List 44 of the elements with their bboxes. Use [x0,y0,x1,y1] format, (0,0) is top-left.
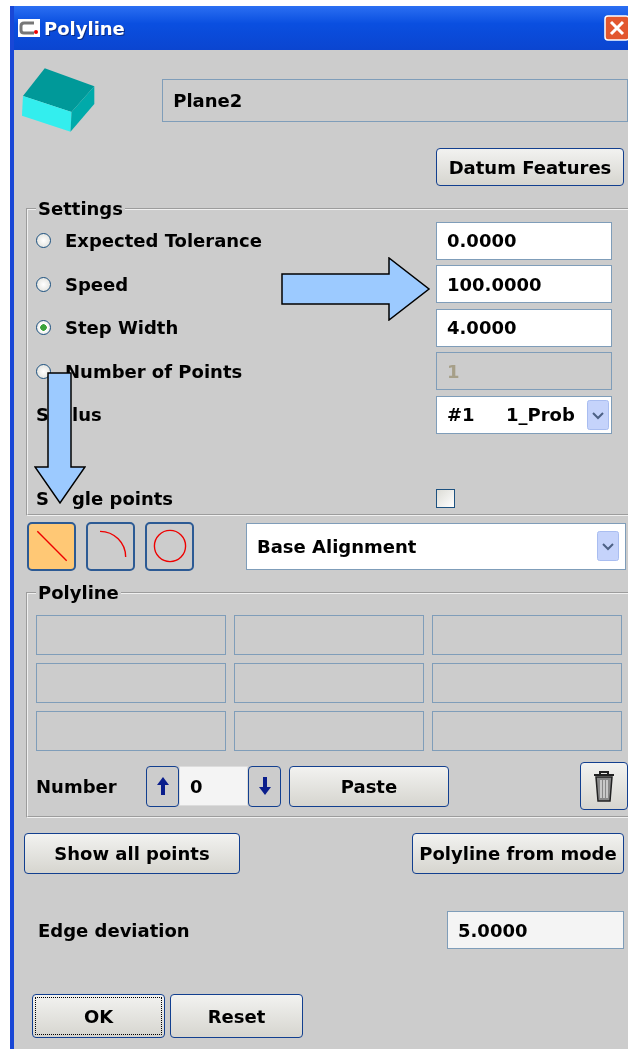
element-name-field[interactable]: Plane2 [162,78,628,122]
dropdown-value: Base Alignment [257,535,417,557]
edge-deviation-field[interactable]: 5.0000 [447,911,624,949]
radio-button[interactable] [36,320,51,336]
single-points-label: S [36,487,49,509]
caret-icon[interactable] [597,531,619,561]
window-title: Polyline [44,17,125,39]
number-field[interactable]: 0 [179,766,248,806]
value-field[interactable]: 0.0000 [436,221,612,260]
down-arrow-button[interactable] [248,765,281,807]
value-field[interactable]: 4.0000 [436,308,612,347]
datum-features-button[interactable]: Datum Features [436,148,624,186]
dropdown-value: #1 1_Prob [447,404,575,426]
option-label: Step Width [65,317,179,339]
alignment-dropdown[interactable]: Base Alignment [246,522,626,570]
trash-button[interactable] [580,762,628,810]
trash-icon [592,769,616,803]
circle-tool-button[interactable] [145,521,194,571]
radio-button[interactable] [36,233,51,249]
stylus-dropdown[interactable]: #1 1_Prob [436,395,612,434]
checkbox[interactable] [436,488,455,508]
paste-button[interactable]: Paste [289,765,449,807]
polyline-from-model-button[interactable]: Polyline from mode [412,833,624,874]
caret-icon[interactable] [587,399,609,430]
option-label: Speed [65,273,129,295]
group-title: Settings [37,198,124,219]
show-all-points-button[interactable]: Show all points [24,833,240,874]
arc-tool-button[interactable] [86,521,135,571]
dialog-button[interactable]: Reset [170,994,303,1038]
group-title: Polyline [37,582,120,603]
stylus-label: lus [71,404,102,426]
line-tool-button[interactable] [27,521,76,571]
app-icon [18,19,40,37]
option-label: Number of Points [65,360,243,382]
value-field[interactable]: 100.0000 [436,265,612,304]
arrow-icon [281,257,431,321]
option-label: Expected Tolerance [65,230,262,252]
radio-button[interactable] [36,276,51,292]
dialog-button[interactable]: OK [32,994,165,1038]
number-label: Number [36,775,118,797]
up-arrow-button[interactable] [146,765,179,807]
close-icon[interactable] [604,15,628,41]
edge-deviation-label: Edge deviation [38,919,190,941]
single-points-label: gle points [71,487,174,509]
